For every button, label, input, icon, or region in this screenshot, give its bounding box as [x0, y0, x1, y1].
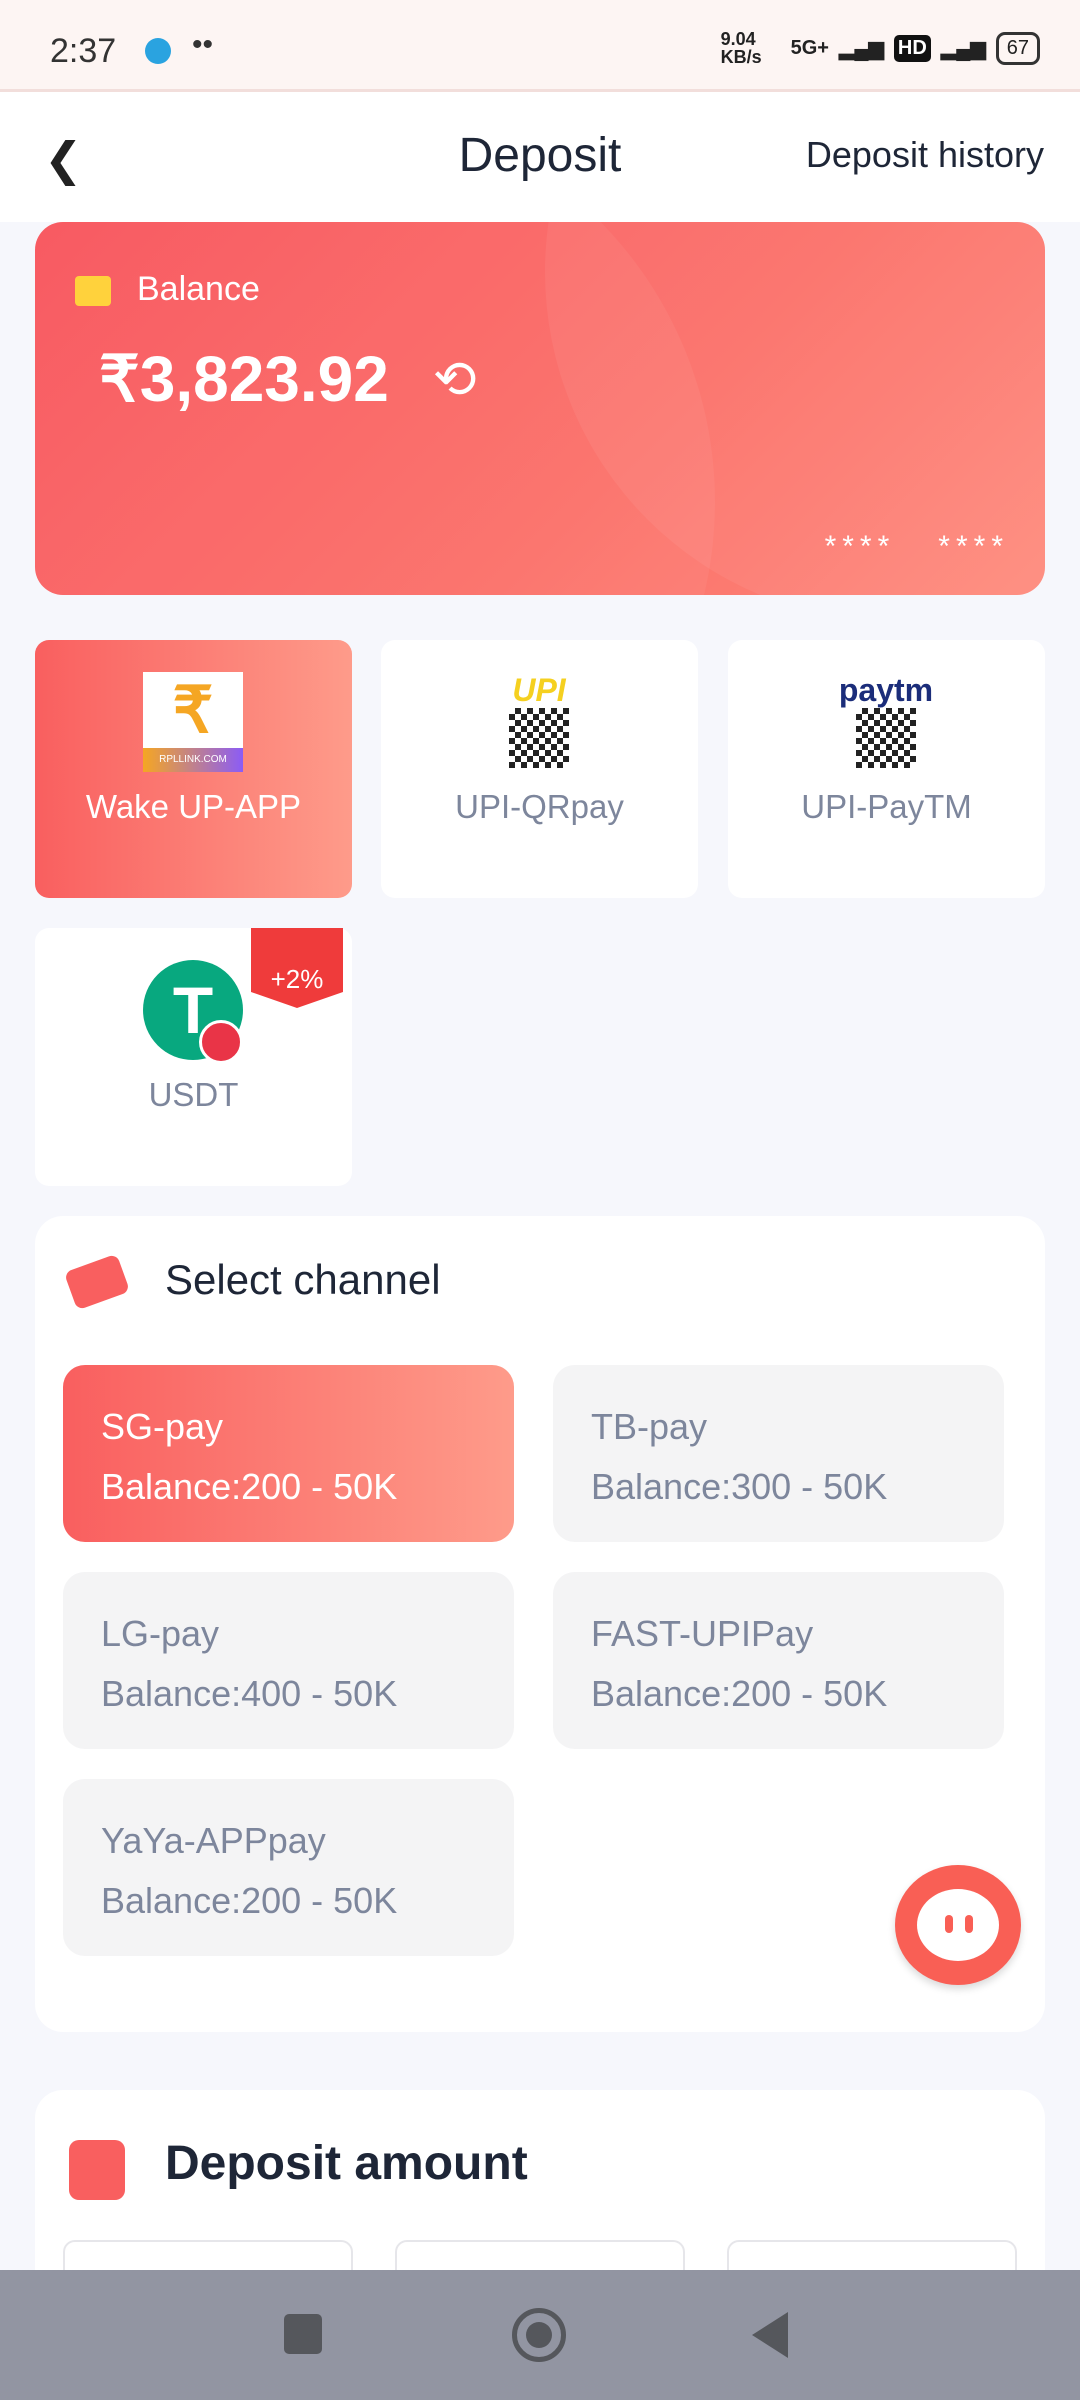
wallet-deposit-icon [69, 2140, 125, 2200]
bonus-badge-text: +2% [270, 964, 324, 994]
method-label: Wake UP-APP [85, 788, 302, 825]
back-nav-button[interactable] [752, 2312, 788, 2358]
select-channel-panel: Select channel SG-pay Balance:200 - 50K T… [35, 1216, 1045, 2032]
channel-lg-pay[interactable]: LG-pay Balance:400 - 50K [63, 1572, 514, 1749]
status-icons: 9.04 KB/s 5G+ ▂▄▆ HD ▂▄▆ 67 [721, 30, 1040, 66]
channel-name: FAST-UPIPay [591, 1613, 814, 1654]
section-title: Deposit amount [165, 2137, 528, 2190]
deposit-history-link[interactable]: Deposit history [806, 134, 1044, 176]
paytm-qr-logo: paytm [836, 672, 936, 772]
channel-sg-pay[interactable]: SG-pay Balance:200 - 50K [63, 1365, 514, 1542]
signal-icon: ▂▄▆ [838, 37, 884, 60]
channel-yaya-apppay[interactable]: YaYa-APPpay Balance:200 - 50K [63, 1779, 514, 1956]
recents-button[interactable] [284, 2314, 322, 2354]
qr-icon [509, 708, 569, 768]
refresh-icon[interactable]: ⟲ [433, 350, 477, 410]
method-upi-qrpay[interactable]: UPI UPI-QRpay [381, 640, 698, 898]
channel-name: SG-pay [101, 1406, 224, 1447]
home-button[interactable] [512, 2308, 566, 2362]
telegram-icon [145, 38, 171, 64]
net-speed: 9.04 KB/s [720, 29, 762, 67]
signal-icon-2: ▂▄▆ [940, 37, 986, 60]
method-upi-paytm[interactable]: paytm UPI-PayTM [728, 640, 1045, 898]
channel-name: YaYa-APPpay [101, 1820, 326, 1861]
more-notifications-icon: •• [192, 28, 214, 61]
eye [965, 1915, 973, 1933]
masked-card-number: **** **** [825, 530, 1009, 564]
channel-name: TB-pay [591, 1406, 708, 1447]
mask-left: **** [824, 530, 896, 563]
channel-name: LG-pay [101, 1613, 220, 1654]
upi-qr-logo: UPI [489, 672, 589, 772]
rupee-app-logo: ₹ RPLLINK.COM [143, 672, 243, 772]
channel-fast-upipay[interactable]: FAST-UPIPay Balance:200 - 50K [553, 1572, 1004, 1749]
status-bar: 2:37 •• 9.04 KB/s 5G+ ▂▄▆ HD ▂▄▆ 67 [0, 0, 1080, 92]
app-header: ❮ Deposit Deposit history [0, 92, 1080, 222]
eye [945, 1915, 953, 1933]
method-wake-up-app[interactable]: ₹ RPLLINK.COM Wake UP-APP [35, 640, 352, 898]
customer-service-chat-button[interactable] [895, 1865, 1021, 1985]
clock: 2:37 [50, 32, 117, 70]
chat-face [917, 1889, 999, 1961]
logo-text: UPI [512, 672, 566, 708]
method-usdt[interactable]: T +2% USDT [35, 928, 352, 1186]
channel-range: Balance:200 - 50K [591, 1673, 888, 1714]
mask-right: **** [938, 530, 1009, 563]
channel-range: Balance:200 - 50K [101, 1466, 398, 1507]
wallet-icon [75, 276, 111, 306]
qr-icon [856, 708, 916, 768]
hd-icon: HD [893, 34, 931, 62]
logo-text: RPLLINK.COM [143, 748, 243, 772]
method-label: USDT [148, 1076, 239, 1113]
method-label: UPI-PayTM [801, 788, 972, 825]
logo-text: paytm [838, 672, 934, 708]
balance-card: Balance ₹3,823.92 ⟲ **** **** [35, 222, 1045, 595]
network-type: 5G+ [790, 36, 829, 59]
battery-icon: 67 [995, 31, 1040, 65]
method-label: UPI-QRpay [455, 788, 624, 825]
channel-range: Balance:400 - 50K [101, 1673, 398, 1714]
balance-amount: ₹3,823.92 [99, 343, 389, 415]
card-icon [63, 1253, 131, 1311]
channel-tb-pay[interactable]: TB-pay Balance:300 - 50K [553, 1365, 1004, 1542]
channel-range: Balance:300 - 50K [591, 1466, 888, 1507]
tron-icon [199, 1020, 243, 1064]
section-title: Select channel [165, 1256, 441, 1303]
channel-range: Balance:200 - 50K [101, 1880, 398, 1921]
balance-label: Balance [137, 270, 260, 308]
